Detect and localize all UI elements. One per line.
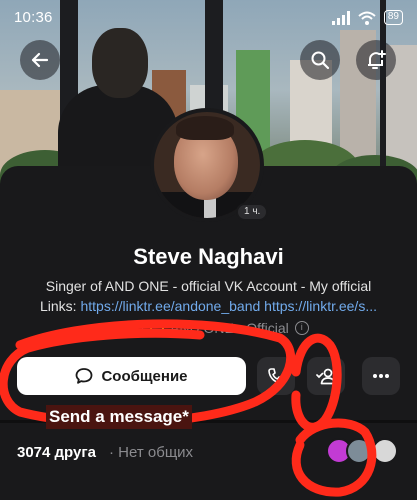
- bio-links-label: Links:: [40, 298, 81, 314]
- phone-icon: [268, 368, 284, 384]
- profile-name: Steve Naghavi: [133, 244, 284, 269]
- profile-community[interactable]: AND ONE - Official: [170, 320, 289, 336]
- friends-count: 3074 друга: [17, 444, 96, 461]
- friend-avatar: [346, 438, 372, 464]
- info-icon[interactable]: i: [294, 321, 309, 335]
- community-emoji-icon: [150, 321, 165, 335]
- back-button[interactable]: [20, 40, 60, 80]
- friends-separator: ·: [109, 444, 114, 461]
- friends-row[interactable]: 3074 друга · Нет общих: [0, 428, 417, 474]
- bio-links-line: Links: https://linktr.ee/andone_band htt…: [30, 296, 387, 316]
- chat-bubble-icon: [76, 368, 93, 384]
- profile-bio: Singer of AND ONE - official VK Account …: [0, 276, 417, 316]
- bio-links[interactable]: https://linktr.ee/andone_band https://li…: [80, 298, 377, 314]
- more-horizontal-icon: [373, 374, 389, 378]
- message-button-label: Сообщение: [101, 367, 188, 385]
- message-button[interactable]: Сообщение: [17, 357, 246, 395]
- status-time: 10:36: [14, 9, 53, 26]
- status-bar: 10:36 89: [0, 0, 417, 34]
- search-button[interactable]: [300, 40, 340, 80]
- user-check-icon: [316, 368, 336, 385]
- arrow-left-icon: [31, 52, 49, 68]
- profile-meta: Berlin AND ONE - Official i: [0, 320, 417, 336]
- signal-icon: [331, 10, 350, 25]
- friends-common-label: Нет общих: [118, 444, 194, 461]
- annotation-label: Send a message*: [46, 405, 192, 429]
- status-icons: 89: [331, 10, 403, 25]
- notifications-button[interactable]: [356, 40, 396, 80]
- bell-plus-icon: [368, 50, 386, 69]
- profile-city: Berlin: [108, 320, 145, 336]
- online-status-badge: 1 ч.: [236, 203, 269, 221]
- more-button[interactable]: [362, 357, 400, 395]
- battery-indicator: 89: [383, 10, 403, 25]
- call-button[interactable]: [257, 357, 295, 395]
- friend-status-button[interactable]: [307, 357, 345, 395]
- friends-common: · Нет общих: [109, 444, 193, 461]
- wifi-icon: [358, 11, 376, 25]
- friend-avatar: [372, 438, 398, 464]
- avatar-hair: [176, 116, 234, 140]
- bio-line: Singer of AND ONE - official VK Account …: [45, 278, 372, 294]
- cover-person-head: [92, 28, 148, 98]
- search-icon: [311, 51, 330, 70]
